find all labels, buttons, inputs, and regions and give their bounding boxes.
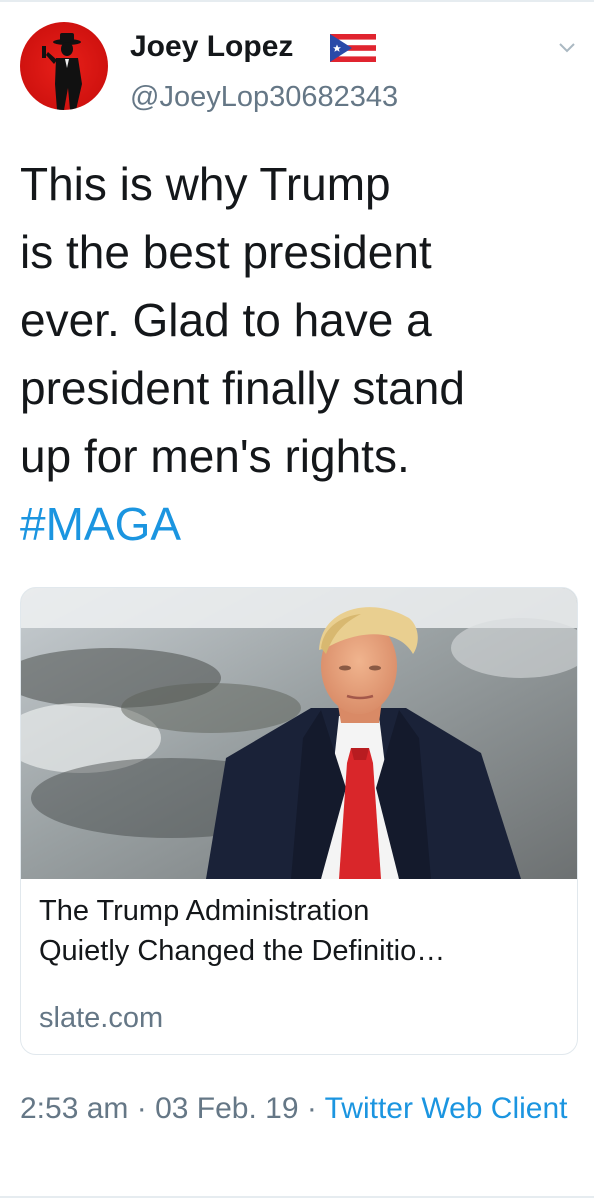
- meta-separator: ·: [128, 1092, 156, 1125]
- tweet-source-link[interactable]: Twitter Web Client: [325, 1092, 568, 1125]
- link-preview-card[interactable]: The Trump Administration Quietly Changed…: [20, 587, 578, 1055]
- author-handle[interactable]: @JoeyLop30682343: [130, 80, 398, 114]
- bottom-divider: [0, 1196, 594, 1198]
- card-domain: slate.com: [39, 1002, 164, 1034]
- tweet-text-line: is the best president: [20, 226, 432, 278]
- tweet-date[interactable]: 03 Feb. 19: [155, 1092, 298, 1125]
- tweet-metadata: 2:53 am · 03 Feb. 19 · Twitter Web Clien…: [20, 1086, 580, 1132]
- card-title-line: The Trump Administration: [39, 895, 370, 927]
- card-image: [21, 588, 577, 879]
- tweet-text-line: up for men's rights.: [20, 430, 410, 482]
- card-title: The Trump Administration Quietly Changed…: [39, 891, 569, 971]
- tweet-text-line: This is why Trump: [20, 158, 391, 210]
- spy-silhouette-icon: [42, 33, 82, 110]
- meta-separator: ·: [298, 1092, 325, 1125]
- tweet-text: This is why Trump is the best president …: [20, 150, 580, 558]
- tweet-container: Joey Lopez @JoeyLop30682343 This is why …: [0, 0, 594, 1200]
- tweet-time[interactable]: 2:53 am: [20, 1092, 128, 1125]
- card-title-line: Quietly Changed the Definitio…: [39, 935, 446, 967]
- top-divider: [0, 0, 594, 2]
- tweet-text-line: president finally stand: [20, 362, 465, 414]
- tweet-text-line: ever. Glad to have a: [20, 294, 432, 346]
- card-photo: [21, 588, 577, 879]
- avatar[interactable]: [20, 22, 108, 110]
- puerto-rico-flag-icon: [330, 34, 376, 62]
- chevron-down-icon[interactable]: [556, 36, 578, 58]
- hashtag-link[interactable]: #MAGA: [20, 490, 580, 558]
- author-name[interactable]: Joey Lopez: [130, 30, 293, 64]
